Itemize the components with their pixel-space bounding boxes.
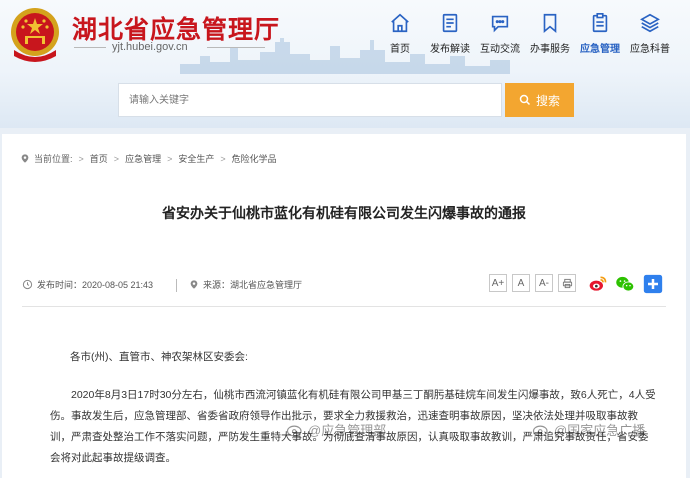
publish-time-text: 发布时间：2020-08-05 21:43 <box>37 280 154 290</box>
watermark-text: @国家应急广播 <box>554 423 646 438</box>
clock-icon <box>22 279 33 290</box>
watermark: @国家应急广播 <box>532 420 645 439</box>
weibo-watermark-icon <box>532 425 548 437</box>
publish-time: 发布时间：2020-08-05 21:43 <box>22 278 153 291</box>
search-icon <box>519 94 531 106</box>
search-box <box>118 83 502 117</box>
breadcrumb-separator: > <box>167 153 173 164</box>
article-meta: 发布时间：2020-08-05 21:43 来源：湖北省应急管理厅 A+ A A… <box>22 274 666 298</box>
meta-divider <box>176 279 177 292</box>
nav-label: 互动交流 <box>480 44 520 55</box>
search-button[interactable]: 搜索 <box>505 83 574 117</box>
layers-icon <box>640 13 660 33</box>
search-button-label: 搜索 <box>535 93 560 108</box>
font-size-label: A+ <box>491 277 505 289</box>
search-input[interactable] <box>119 84 501 116</box>
printer-icon <box>562 278 572 288</box>
nav-item-interaction[interactable]: 互动交流 <box>472 12 528 55</box>
wechat-icon[interactable] <box>615 274 635 294</box>
watermark-text: @应急管理部 <box>308 423 387 438</box>
breadcrumb: 当前位置: > 首页 > 应急管理 > 安全生产 > 危险化学品 <box>20 152 277 165</box>
watermark: @应急管理部 <box>286 420 386 439</box>
nav-label: 发布解读 <box>430 44 470 55</box>
nav-item-science[interactable]: 应急科普 <box>622 12 678 55</box>
article-source: 来源：湖北省应急管理厅 <box>189 278 302 291</box>
breadcrumb-separator: > <box>220 153 226 164</box>
chat-icon <box>491 15 509 33</box>
breadcrumb-emergency-management[interactable]: 应急管理 <box>125 152 161 165</box>
weibo-icon[interactable] <box>588 274 608 294</box>
site-url: yjt.hubei.gov.cn <box>112 41 188 53</box>
national-emblem-icon <box>11 8 59 62</box>
location-pin-icon <box>21 154 29 163</box>
breadcrumb-separator: > <box>78 153 84 164</box>
font-size-increase-button[interactable]: A+ <box>489 274 507 292</box>
nav-label: 应急科普 <box>630 44 670 55</box>
nav-item-emergency-management[interactable]: 应急管理 <box>572 12 628 55</box>
breadcrumb-hazardous-chemicals[interactable]: 危险化学品 <box>232 152 277 165</box>
plus-share-icon[interactable] <box>643 274 663 294</box>
document-icon <box>442 13 458 33</box>
font-size-label: A <box>517 277 525 289</box>
font-size-decrease-button[interactable]: A- <box>535 274 553 292</box>
breadcrumb-safety-production[interactable]: 安全生产 <box>178 152 214 165</box>
bookmark-icon <box>543 13 557 34</box>
breadcrumb-home[interactable]: 首页 <box>90 152 108 165</box>
breadcrumb-separator: > <box>113 153 120 164</box>
site-header: 湖北省应急管理厅 yjt.hubei.gov.cn 首页 发布解读 互动交流 办… <box>0 0 690 128</box>
nav-label: 应急管理 <box>580 44 620 55</box>
print-button[interactable] <box>558 274 576 292</box>
home-icon <box>391 13 409 33</box>
nav-label: 首页 <box>390 44 410 55</box>
divider-line <box>74 47 106 48</box>
breadcrumb-prefix: 当前位置: <box>34 154 73 164</box>
nav-label: 办事服务 <box>530 44 570 55</box>
divider-line <box>207 47 265 48</box>
meta-divider-line <box>22 306 666 307</box>
font-size-label: A- <box>539 277 549 289</box>
nav-item-release[interactable]: 发布解读 <box>422 12 478 55</box>
source-pin-icon <box>190 280 198 289</box>
article-greeting: 各市(州)、直管市、神农架林区安委会: <box>70 351 248 363</box>
font-size-default-button[interactable]: A <box>512 274 530 292</box>
clipboard-icon <box>592 13 608 33</box>
article-title: 省安办关于仙桃市蓝化有机硅有限公司发生闪爆事故的通报 <box>162 205 526 221</box>
weibo-watermark-icon <box>286 425 302 437</box>
nav-item-services[interactable]: 办事服务 <box>522 12 578 55</box>
nav-item-home[interactable]: 首页 <box>372 12 428 55</box>
source-text: 来源：湖北省应急管理厅 <box>203 280 303 290</box>
